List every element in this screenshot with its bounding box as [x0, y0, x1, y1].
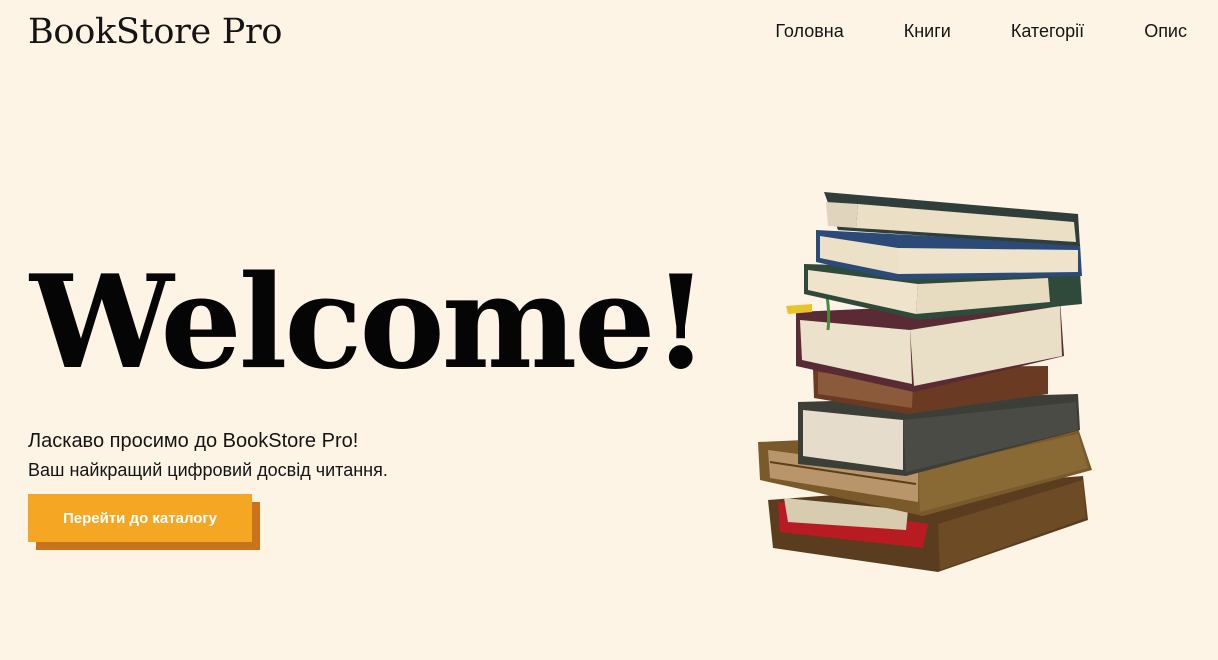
nav-item-description[interactable]: Опис — [1144, 19, 1187, 43]
hero-subtitle: Ласкаво просимо до BookStore Pro! — [28, 430, 359, 452]
main-nav: Головна Книги Категорії Опис — [775, 19, 1187, 43]
go-to-catalog-button[interactable]: Перейти до каталогу — [28, 494, 252, 542]
catalog-button-wrapper: Перейти до каталогу — [28, 494, 260, 550]
book-stack-illustration — [758, 192, 1092, 572]
site-logo[interactable]: BookStore Pro — [28, 10, 283, 54]
nav-item-books[interactable]: Книги — [904, 19, 951, 43]
nav-item-categories[interactable]: Категорії — [1011, 19, 1084, 43]
nav-item-home[interactable]: Головна — [775, 19, 843, 43]
hero-title: Welcome! — [30, 248, 709, 398]
hero-tagline: Ваш найкращий цифровий досвід читання. — [28, 460, 388, 480]
page: BookStore Pro Головна Книги Категорії Оп… — [0, 0, 1218, 660]
